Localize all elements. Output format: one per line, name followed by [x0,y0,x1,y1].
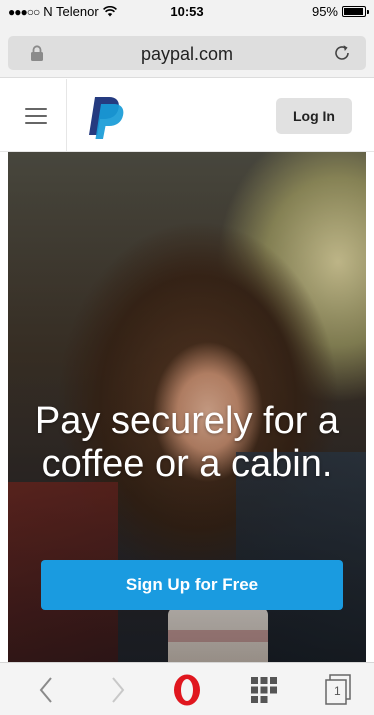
url-text: paypal.com [140,44,234,64]
opera-logo-icon [174,674,200,706]
opera-menu-button[interactable] [167,671,207,709]
hamburger-line [25,108,47,110]
paypal-logo-icon[interactable] [86,95,126,139]
speed-dial-grid-icon [251,677,277,703]
hero-headline-line2: coffee or a cabin. [41,443,333,485]
site-header: Log In [0,79,374,152]
battery-percent: 95% [311,4,338,19]
header-divider [66,79,67,152]
reload-icon[interactable] [332,43,352,63]
battery-icon [342,6,369,17]
hamburger-line [25,115,47,117]
url-field[interactable]: paypal.com [8,36,366,70]
tabs-button[interactable]: 1 [318,671,358,709]
status-right: 95% [311,4,369,19]
hamburger-line [25,122,47,124]
speed-dial-button[interactable] [244,671,284,709]
tabs-count: 1 [334,684,341,698]
sign-up-button[interactable]: Sign Up for Free [41,560,343,610]
status-bar: ●●●○○ N Telenor 10:53 95% [0,0,374,22]
hero-headline: Pay securely for a coffee or a cabin. [8,400,366,486]
hero-section: Pay securely for a coffee or a cabin. Si… [8,152,366,662]
hero-headline-line1: Pay securely for a [34,400,340,442]
chevron-right-icon [112,677,125,703]
battery-fill [344,8,363,15]
chevron-left-icon [39,677,52,703]
log-in-button[interactable]: Log In [276,98,352,134]
forward-button[interactable] [98,671,138,709]
hamburger-menu-icon[interactable] [18,101,54,131]
back-button[interactable] [26,671,66,709]
browser-url-area: paypal.com [0,22,374,78]
browser-toolbar: 1 [0,662,374,715]
